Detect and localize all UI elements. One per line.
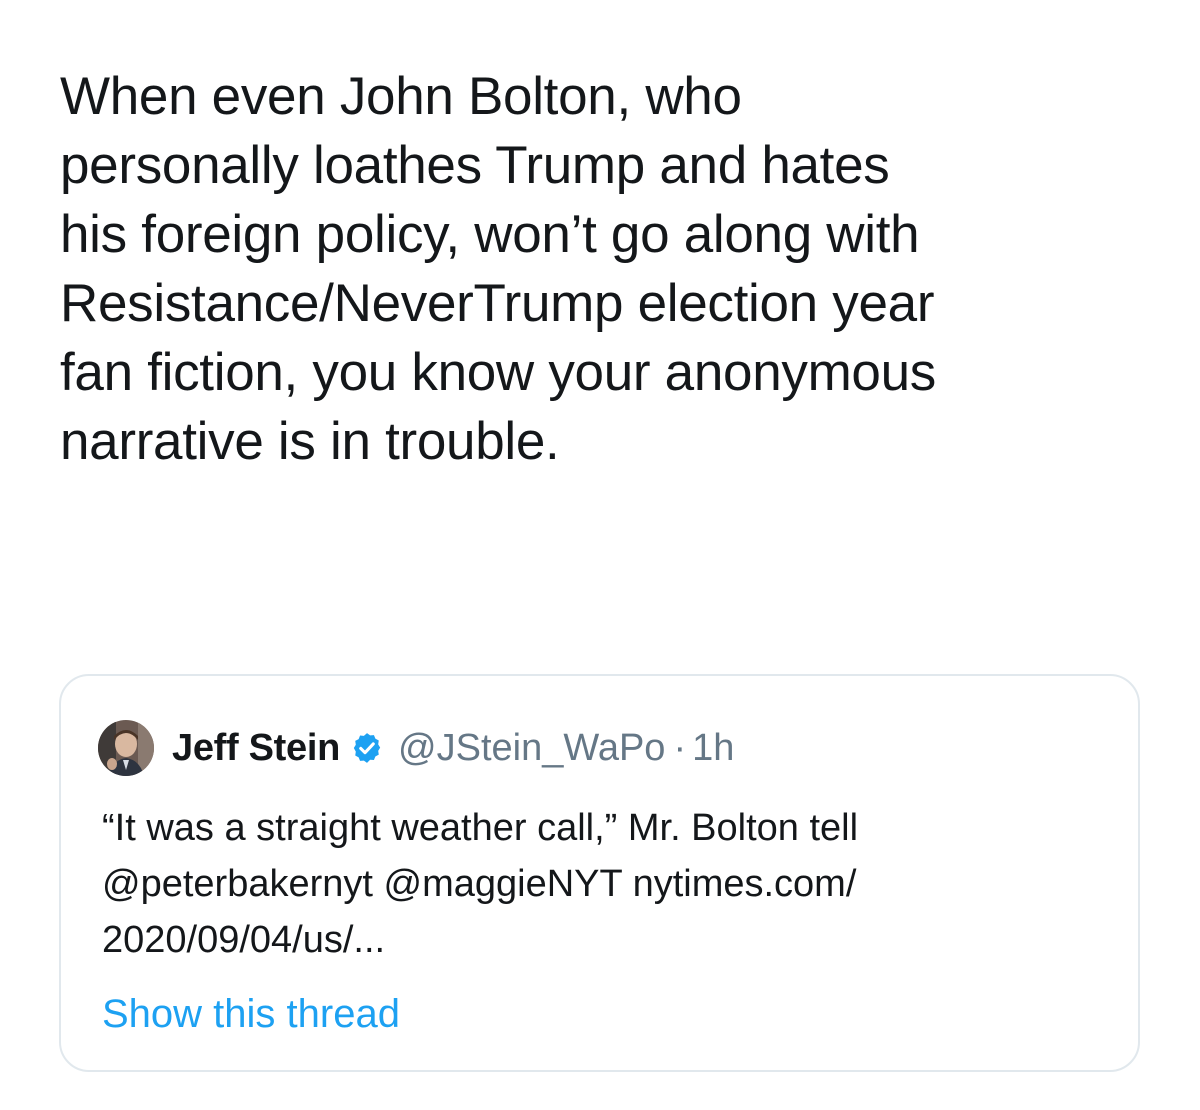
quoted-tweet-header: Jeff Stein @JStein_WaPo · 1h <box>98 720 734 776</box>
quoted-tweet-card[interactable]: Jeff Stein @JStein_WaPo · 1h “It was a s… <box>59 674 1140 1072</box>
quoted-tweet-time[interactable]: 1h <box>692 727 734 770</box>
show-thread-link[interactable]: Show this thread <box>102 986 400 1042</box>
tweet-text: When even John Bolton, who personally lo… <box>60 67 936 471</box>
separator-dot: · <box>673 726 687 769</box>
avatar-image <box>98 720 154 776</box>
quoted-author-name[interactable]: Jeff Stein <box>172 727 340 770</box>
verified-badge-icon <box>350 731 384 765</box>
quoted-author-handle[interactable]: @JStein_WaPo <box>398 727 665 770</box>
quoted-tweet-text: “It was a straight weather call,” Mr. Bo… <box>102 807 859 961</box>
avatar[interactable] <box>98 720 154 776</box>
